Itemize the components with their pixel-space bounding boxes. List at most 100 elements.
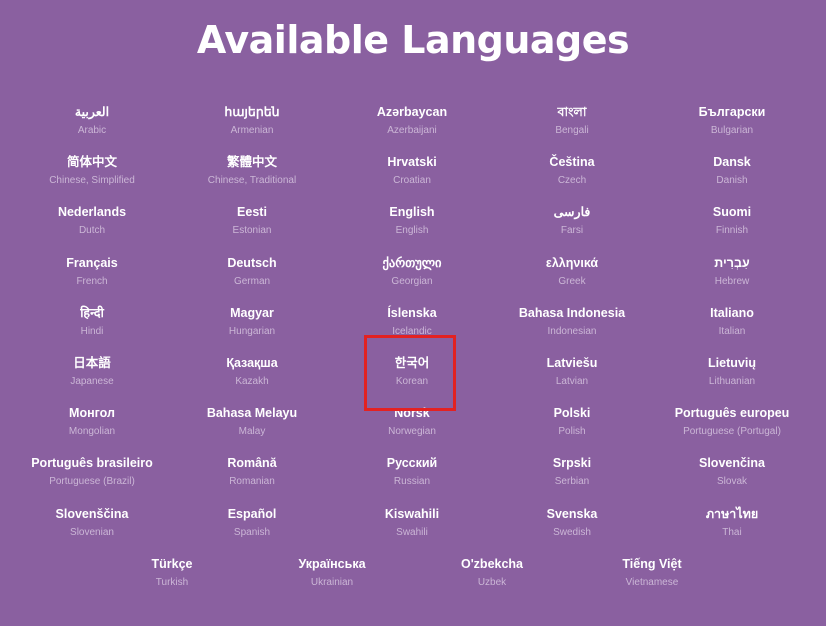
language-native-name: فارسی xyxy=(553,205,591,220)
language-option-indonesian[interactable]: Bahasa Indonesia Indonesian xyxy=(492,305,652,355)
language-english-name: Lithuanian xyxy=(708,375,756,387)
language-option-lithuanian[interactable]: Lietuvių Lithuanian xyxy=(652,355,812,405)
language-option-hungarian[interactable]: Magyar Hungarian xyxy=(172,305,332,355)
language-native-name: Suomi xyxy=(712,205,752,220)
language-option-hebrew[interactable]: עִבְרִית Hebrew xyxy=(652,255,812,305)
language-native-name: Български xyxy=(698,105,766,119)
language-option-malay[interactable]: Bahasa Melayu Malay xyxy=(172,405,332,455)
language-native-name: العربية xyxy=(74,105,110,119)
language-option-spanish[interactable]: Español Spanish xyxy=(172,506,332,556)
language-native-name: বাংলা xyxy=(557,105,587,119)
language-option-armenian[interactable]: հայերեն Armenian xyxy=(172,104,332,154)
language-option-norwegian[interactable]: Norsk Norwegian xyxy=(332,405,492,455)
language-option-czech[interactable]: Čeština Czech xyxy=(492,154,652,204)
language-option-icelandic[interactable]: Íslenska Icelandic xyxy=(332,305,492,355)
language-option-mongolian[interactable]: Монгол Mongolian xyxy=(12,405,172,455)
language-english-name: Bengali xyxy=(555,125,589,136)
language-english-name: Estonian xyxy=(232,225,272,237)
language-native-name: Türkçe xyxy=(151,557,193,571)
language-option-german[interactable]: Deutsch German xyxy=(172,255,332,305)
language-option-chinese-traditional[interactable]: 繁體中文 Chinese, Traditional xyxy=(172,154,332,204)
language-option-korean[interactable]: 한국어 Korean xyxy=(332,355,492,405)
language-english-name: Hungarian xyxy=(228,325,276,337)
language-option-arabic[interactable]: العربية Arabic xyxy=(12,104,172,154)
language-option-danish[interactable]: Dansk Danish xyxy=(652,154,812,204)
language-english-name: Italian xyxy=(718,325,746,337)
language-option-polish[interactable]: Polski Polish xyxy=(492,405,652,455)
language-option-romanian[interactable]: Română Romanian xyxy=(172,455,332,505)
language-native-name: Français xyxy=(66,255,118,270)
language-native-name: Eesti xyxy=(237,205,267,220)
language-native-name: Slovenčina xyxy=(699,456,765,471)
language-option-bengali[interactable]: বাংলা Bengali xyxy=(492,104,652,154)
language-option-uzbek[interactable]: O'zbekcha Uzbek xyxy=(412,556,572,606)
language-native-name: Қазақша xyxy=(226,355,278,370)
language-native-name: 日本語 xyxy=(73,355,111,370)
language-english-name: Malay xyxy=(238,426,266,438)
language-native-name: ქართული xyxy=(382,255,442,270)
language-native-name: עִבְרִית xyxy=(714,255,750,270)
language-native-name: Svenska xyxy=(546,506,598,521)
language-option-farsi[interactable]: فارسی Farsi xyxy=(492,204,652,254)
language-option-russian[interactable]: Русский Russian xyxy=(332,455,492,505)
language-english-name: Croatian xyxy=(393,175,431,187)
language-option-portuguese-portugal[interactable]: Português europeu Portuguese (Portugal) xyxy=(652,405,812,455)
language-option-bulgarian[interactable]: Български Bulgarian xyxy=(652,104,812,154)
language-option-greek[interactable]: ελληνικά Greek xyxy=(492,255,652,305)
language-english-name: Swahili xyxy=(396,526,428,538)
language-english-name: Spanish xyxy=(233,526,271,538)
language-native-name: Bahasa Indonesia xyxy=(518,305,626,320)
language-english-name: Uzbek xyxy=(477,577,507,588)
language-english-name: Kazakh xyxy=(235,375,269,387)
language-option-ukrainian[interactable]: Українська Ukrainian xyxy=(252,556,412,606)
language-option-french[interactable]: Français French xyxy=(12,255,172,305)
language-option-latvian[interactable]: Latviešu Latvian xyxy=(492,355,652,405)
language-option-estonian[interactable]: Eesti Estonian xyxy=(172,204,332,254)
language-option-thai[interactable]: ภาษาไทย Thai xyxy=(652,506,812,556)
language-option-dutch[interactable]: Nederlands Dutch xyxy=(12,204,172,254)
language-option-turkish[interactable]: Türkçe Turkish xyxy=(92,556,252,606)
language-native-name: Norsk xyxy=(394,406,430,421)
language-native-name: 繁體中文 xyxy=(226,155,277,170)
language-option-vietnamese[interactable]: Tiếng Việt Vietnamese xyxy=(572,556,732,606)
language-english-name: English xyxy=(395,225,429,237)
language-option-swedish[interactable]: Svenska Swedish xyxy=(492,506,652,556)
language-native-name: Português brasileiro xyxy=(31,456,153,471)
language-option-slovak[interactable]: Slovenčina Slovak xyxy=(652,455,812,505)
language-option-japanese[interactable]: 日本語 Japanese xyxy=(12,355,172,405)
language-native-name: Magyar xyxy=(230,305,274,320)
language-english-name: Chinese, Traditional xyxy=(207,175,297,187)
language-option-serbian[interactable]: Srpski Serbian xyxy=(492,455,652,505)
language-english-name: Polish xyxy=(558,426,586,438)
language-english-name: Danish xyxy=(716,175,748,187)
language-english-name: Armenian xyxy=(230,125,274,136)
language-option-slovenian[interactable]: Slovenščina Slovenian xyxy=(12,506,172,556)
language-native-name: Dansk xyxy=(713,155,751,170)
language-option-swahili[interactable]: Kiswahili Swahili xyxy=(332,506,492,556)
language-option-finnish[interactable]: Suomi Finnish xyxy=(652,204,812,254)
language-option-azerbaijani[interactable]: Azərbaycan Azerbaijani xyxy=(332,104,492,154)
language-native-name: O'zbekcha xyxy=(460,557,524,571)
language-option-georgian[interactable]: ქართული Georgian xyxy=(332,255,492,305)
language-native-name: Čeština xyxy=(549,155,595,170)
language-english-name: Finnish xyxy=(715,225,749,237)
language-english-name: Dutch xyxy=(78,225,106,237)
language-option-portuguese-brazil[interactable]: Português brasileiro Portuguese (Brazil) xyxy=(12,455,172,505)
language-english-name: Georgian xyxy=(391,275,433,287)
language-english-name: Arabic xyxy=(77,125,107,136)
language-option-chinese-simplified[interactable]: 简体中文 Chinese, Simplified xyxy=(12,154,172,204)
language-native-name: English xyxy=(389,205,435,220)
language-english-name: Hindi xyxy=(80,325,104,337)
language-grid-last-row: Türkçe Turkish Українська Ukrainian O'zbekch… xyxy=(92,556,732,606)
language-english-name: Azerbaijani xyxy=(387,125,437,136)
language-option-english[interactable]: English English xyxy=(332,204,492,254)
language-option-kazakh[interactable]: Қазақша Kazakh xyxy=(172,355,332,405)
language-option-hindi[interactable]: हिन्दी Hindi xyxy=(12,305,172,355)
language-native-name: Українська xyxy=(298,557,366,571)
language-native-name: हिन्दी xyxy=(80,305,104,320)
language-option-italian[interactable]: Italiano Italian xyxy=(652,305,812,355)
language-option-croatian[interactable]: Hrvatski Croatian xyxy=(332,154,492,204)
language-english-name: Serbian xyxy=(554,476,590,488)
language-native-name: Srpski xyxy=(552,456,592,471)
language-english-name: Farsi xyxy=(560,225,584,237)
